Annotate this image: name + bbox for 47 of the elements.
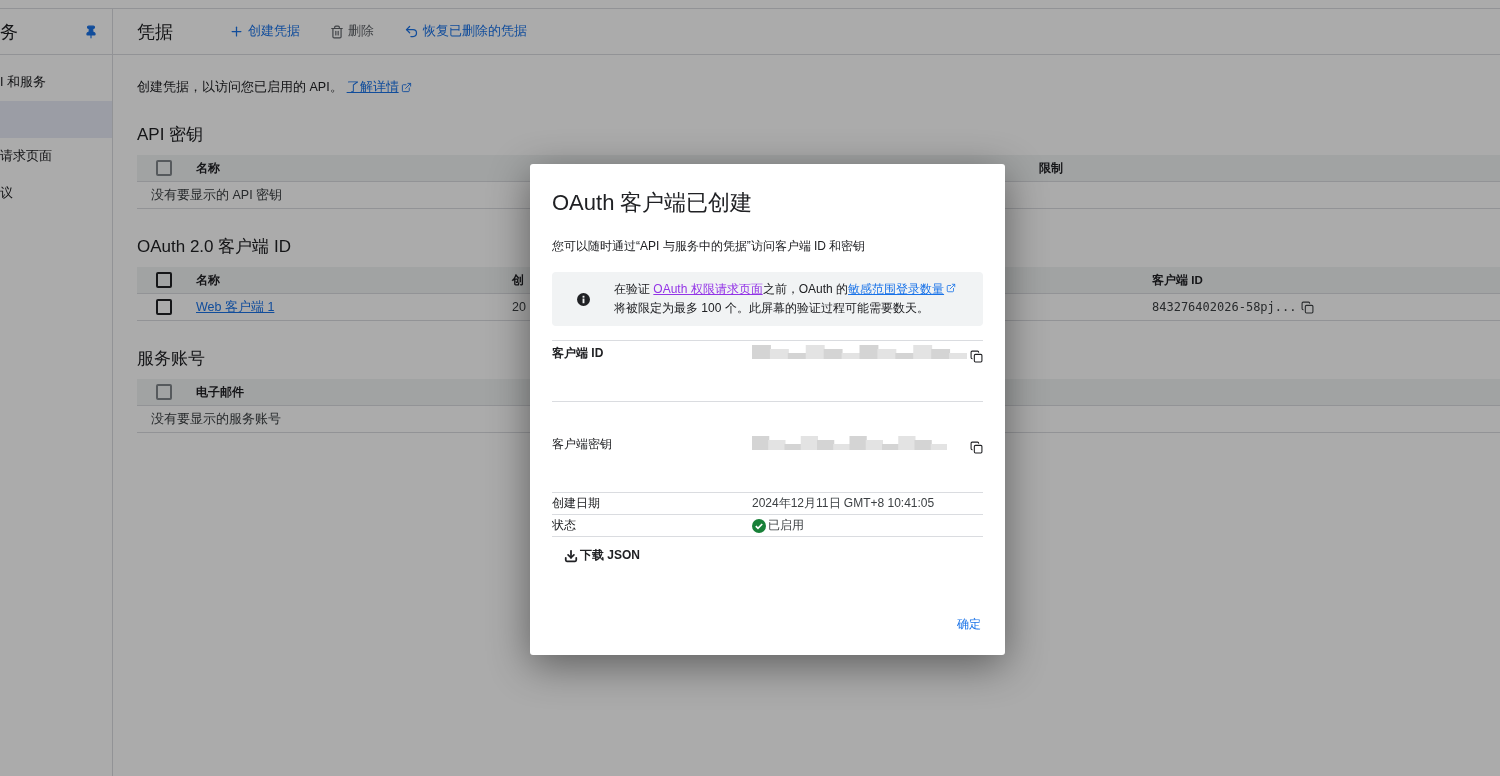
sidebar-item[interactable]: I 和服务 xyxy=(0,64,112,101)
checkbox[interactable] xyxy=(156,272,172,288)
info-icon xyxy=(576,292,590,306)
undo-icon xyxy=(404,24,419,39)
copy-icon[interactable] xyxy=(970,350,983,363)
detail-label: 状态 xyxy=(552,517,577,534)
column-header: 客户端 ID xyxy=(1152,272,1203,288)
table-cell: 843276402026-58pj... xyxy=(1152,300,1297,314)
create-button[interactable]: 创建凭据 xyxy=(229,23,300,40)
detail-value: 2024年12月11日 GMT+8 10:41:05 xyxy=(752,495,936,512)
external-link-icon xyxy=(946,283,957,293)
sidebar-title: 务 xyxy=(0,20,18,44)
sidebar-item[interactable]: 请求页面 xyxy=(0,138,112,175)
download-icon xyxy=(564,548,578,563)
column-header: 名称 xyxy=(196,272,220,288)
download-button[interactable]: 下载 JSON xyxy=(564,545,640,566)
column-header: 限制 xyxy=(1039,160,1063,176)
intro-text: 创建凭据，以访问您已启用的 API。 xyxy=(137,78,343,96)
learn-more-link[interactable]: 了解详情 xyxy=(346,78,412,96)
check-circle-icon xyxy=(752,518,766,533)
status-text: 已启用 xyxy=(768,517,804,534)
detail-label: 创建日期 xyxy=(552,495,601,512)
notice-link[interactable]: OAuth 权限请求页面 xyxy=(653,282,763,296)
client-link[interactable]: Web 客户端 1 xyxy=(196,298,275,316)
pin-icon[interactable] xyxy=(84,24,98,39)
external-link-icon xyxy=(400,81,412,93)
notice-link[interactable]: 敏感范围登录数量 xyxy=(848,282,957,296)
column-header: 电子邮件 xyxy=(196,384,244,400)
section-title: API 密钥 xyxy=(137,123,204,146)
trash-icon xyxy=(330,24,344,39)
column-header: 名称 xyxy=(196,160,220,176)
detail-label: 客户端 ID xyxy=(552,345,605,362)
copy-icon[interactable] xyxy=(970,441,983,454)
detail-label: 客户端密钥 xyxy=(552,436,613,453)
notice-text: 在验证 OAuth 权限请求页面之前，OAuth 的敏感范围登录数量 将被限定为最多 100 个。此屏幕的验证过程可能需要数天。 xyxy=(614,280,959,318)
column-header: 创 xyxy=(512,272,524,288)
dialog-subtitle: 您可以随时通过“API 与服务中的凭据”访问客户端 ID 和密钥 xyxy=(552,238,867,255)
table-cell: 20 xyxy=(512,300,526,314)
copy-icon[interactable] xyxy=(1300,300,1314,314)
section-title: 服务账号 xyxy=(137,347,205,370)
restore-button[interactable]: 恢复已删除的凭据 xyxy=(404,23,527,40)
sidebar-item[interactable]: 议 xyxy=(0,175,112,212)
checkbox[interactable] xyxy=(156,299,172,315)
section-title: OAuth 2.0 客户端 ID xyxy=(137,235,291,258)
ok-button[interactable]: 确定 xyxy=(955,616,983,633)
plus-icon xyxy=(229,24,244,39)
page-title: 凭据 xyxy=(137,20,174,44)
